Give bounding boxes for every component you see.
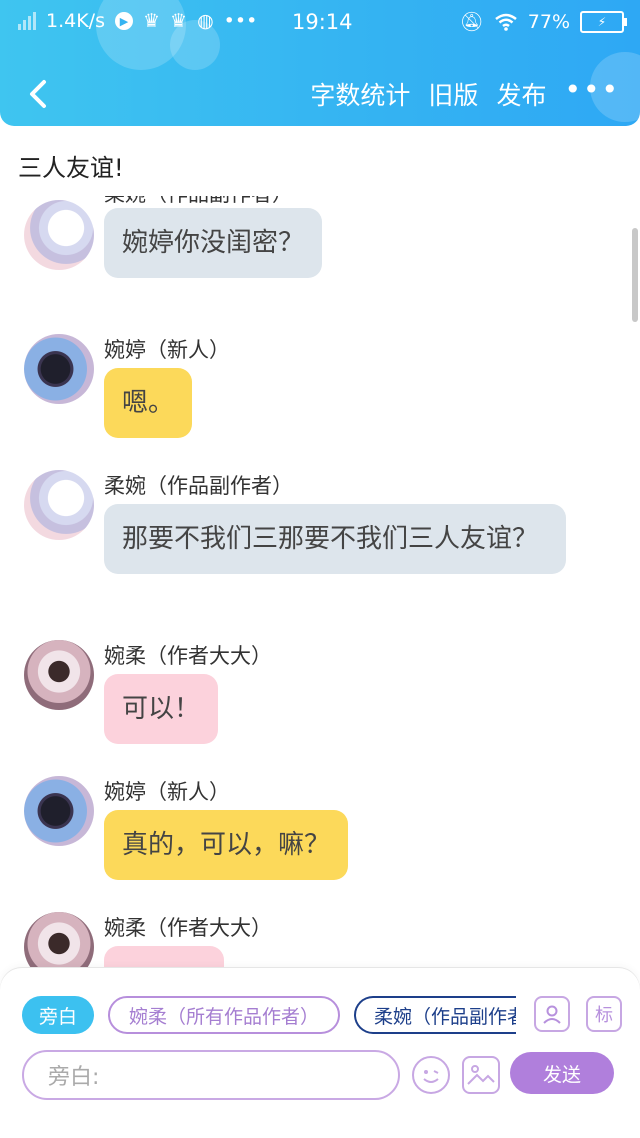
- image-button[interactable]: [462, 1056, 500, 1094]
- clock: 19:14: [292, 10, 353, 34]
- crown-icon: ♛: [170, 10, 188, 32]
- role-manage-button[interactable]: [534, 996, 570, 1032]
- chat-list[interactable]: 柔婉（作品副作者） 婉婷你没闺密？ 婉婷（新人） 嗯。 柔婉（作品副作者） 那要…: [0, 196, 640, 968]
- navbar: 字数统计 旧版 发布 •••: [0, 64, 640, 124]
- story-title: 三人友谊!: [18, 154, 124, 182]
- network-speed: 1.4K/s: [46, 10, 105, 32]
- header: 1.4K/s ▶ ♛ ♛ ◍ ••• 19:14 🔕︎ 77% ⚡ 字数统计 旧…: [0, 0, 640, 126]
- sender-name: 婉柔（作者大大）: [104, 916, 272, 940]
- more-dots-icon: •••: [223, 10, 258, 32]
- sender-name: 婉柔（作者大大）: [104, 644, 272, 668]
- word-count-button[interactable]: 字数统计: [310, 76, 410, 112]
- avatar-wanting[interactable]: [24, 334, 94, 404]
- send-button[interactable]: 发送: [510, 1052, 614, 1094]
- old-version-button[interactable]: 旧版: [428, 76, 478, 112]
- role-chip-rouwan[interactable]: 柔婉（作品副作者: [354, 996, 516, 1034]
- wifi-icon: [494, 13, 517, 31]
- avatar-rouwan[interactable]: [24, 200, 94, 270]
- battery-percent: 77%: [527, 10, 570, 33]
- scrollbar[interactable]: [632, 228, 638, 322]
- composer-panel: 旁白 婉柔（所有作品作者） 柔婉（作品副作者 标 旁白: 发送: [0, 968, 640, 1138]
- message-input[interactable]: 旁白:: [22, 1050, 400, 1100]
- message-bubble[interactable]: 嗯。: [104, 368, 193, 438]
- sender-name: 柔婉（作品副作者）: [104, 474, 293, 498]
- message-bubble[interactable]: [104, 946, 224, 968]
- avatar-wanrou[interactable]: [24, 640, 94, 710]
- tag-button[interactable]: 标: [586, 996, 622, 1032]
- back-arrow-icon[interactable]: [20, 74, 60, 114]
- image-icon: [467, 1065, 495, 1085]
- battery-icon: ⚡: [580, 10, 627, 33]
- status-bar: 1.4K/s ▶ ♛ ♛ ◍ ••• 19:14 🔕︎ 77% ⚡: [0, 0, 640, 44]
- play-icon: ▶: [114, 12, 133, 30]
- signal-icon: [18, 12, 36, 30]
- sender-name: 婉婷（新人）: [104, 338, 230, 362]
- role-chip-narrator[interactable]: 旁白: [22, 996, 94, 1034]
- person-icon: [543, 1005, 561, 1024]
- more-menu-button[interactable]: •••: [564, 76, 620, 108]
- emoji-button[interactable]: [412, 1056, 450, 1094]
- smile-icon: [423, 1070, 439, 1083]
- avatar-rouwan[interactable]: [24, 470, 94, 540]
- sender-name: 婉婷（新人）: [104, 780, 230, 804]
- message-bubble[interactable]: 那要不我们三那要不我们三人友谊？: [104, 504, 566, 574]
- message-bubble[interactable]: 真的，可以，嘛？: [104, 810, 349, 880]
- avatar-wanrou[interactable]: [24, 912, 94, 968]
- wechat-icon: ◍: [197, 10, 214, 32]
- crown-icon: ♛: [142, 10, 161, 32]
- message-bubble[interactable]: 可以！: [104, 674, 219, 744]
- avatar-wanting[interactable]: [24, 776, 94, 846]
- role-chip-wanrou[interactable]: 婉柔（所有作品作者）: [108, 996, 340, 1034]
- mute-icon: 🔕︎: [459, 11, 484, 33]
- sender-name: 柔婉（作品副作者）: [104, 196, 293, 208]
- message-bubble[interactable]: 婉婷你没闺密？: [104, 208, 323, 278]
- publish-button[interactable]: 发布: [496, 76, 546, 112]
